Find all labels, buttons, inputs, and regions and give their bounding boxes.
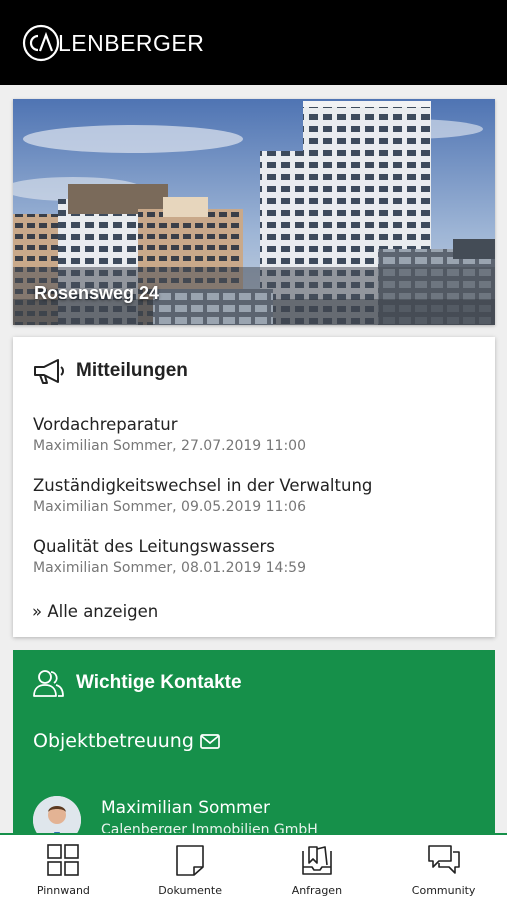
message-item[interactable]: Qualität des Leitungswassers Maximilian … (33, 537, 483, 576)
chat-icon (427, 845, 460, 874)
show-all-messages-link[interactable]: » Alle anzeigen (32, 602, 158, 621)
message-item[interactable]: Zuständigkeitswechsel in der Verwaltung … (33, 476, 483, 515)
app-root: LENBERGER Rosensweg 24 Mitteilungen Vord… (0, 0, 507, 900)
brand-logo[interactable]: LENBERGER (22, 24, 204, 62)
message-title: Vordachreparatur (33, 415, 178, 434)
nav-label: Dokumente (158, 884, 222, 897)
contact-person-name: Maximilian Sommer (101, 798, 270, 818)
contacts-title: Wichtige Kontakte (76, 672, 242, 693)
contact-category-link[interactable]: Objektbetreuung (33, 730, 220, 752)
messages-header: Mitteilungen (32, 357, 188, 385)
nav-label: Community (411, 884, 476, 897)
logo-mark-icon (22, 24, 60, 62)
property-name: Rosensweg 24 (34, 283, 160, 303)
contacts-header: Wichtige Kontakte (32, 668, 242, 698)
bottom-navigation: Pinnwand Dokumente Anfragen Community (0, 833, 507, 900)
property-card[interactable]: Rosensweg 24 (13, 99, 495, 325)
message-title: Qualität des Leitungswassers (33, 537, 275, 556)
message-meta: Maximilian Sommer, 08.01.2019 14:59 (33, 560, 306, 576)
messages-title: Mitteilungen (76, 360, 188, 381)
contact-category-label: Objektbetreuung (33, 730, 194, 752)
grid-icon (47, 844, 80, 876)
message-meta: Maximilian Sommer, 09.05.2019 11:06 (33, 499, 306, 515)
users-icon (33, 670, 64, 697)
nav-label: Anfragen (291, 884, 343, 897)
message-title: Zuständigkeitswechsel in der Verwaltung (33, 476, 373, 495)
envelope-icon (200, 733, 220, 749)
inbox-icon (302, 846, 332, 875)
app-header: LENBERGER (0, 0, 507, 85)
brand-name: LENBERGER (58, 29, 205, 56)
nav-item-community[interactable]: Community (380, 835, 507, 900)
nav-item-anfragen[interactable]: Anfragen (254, 835, 381, 900)
nav-item-dokumente[interactable]: Dokumente (127, 835, 254, 900)
document-icon (176, 845, 204, 876)
messages-card: Mitteilungen Vordachreparatur Maximilian… (13, 337, 495, 637)
megaphone-icon (34, 359, 64, 384)
nav-item-pinnwand[interactable]: Pinnwand (0, 835, 127, 900)
message-meta: Maximilian Sommer, 27.07.2019 11:00 (33, 438, 306, 454)
nav-label: Pinnwand (36, 884, 90, 897)
message-item[interactable]: Vordachreparatur Maximilian Sommer, 27.0… (33, 415, 483, 454)
